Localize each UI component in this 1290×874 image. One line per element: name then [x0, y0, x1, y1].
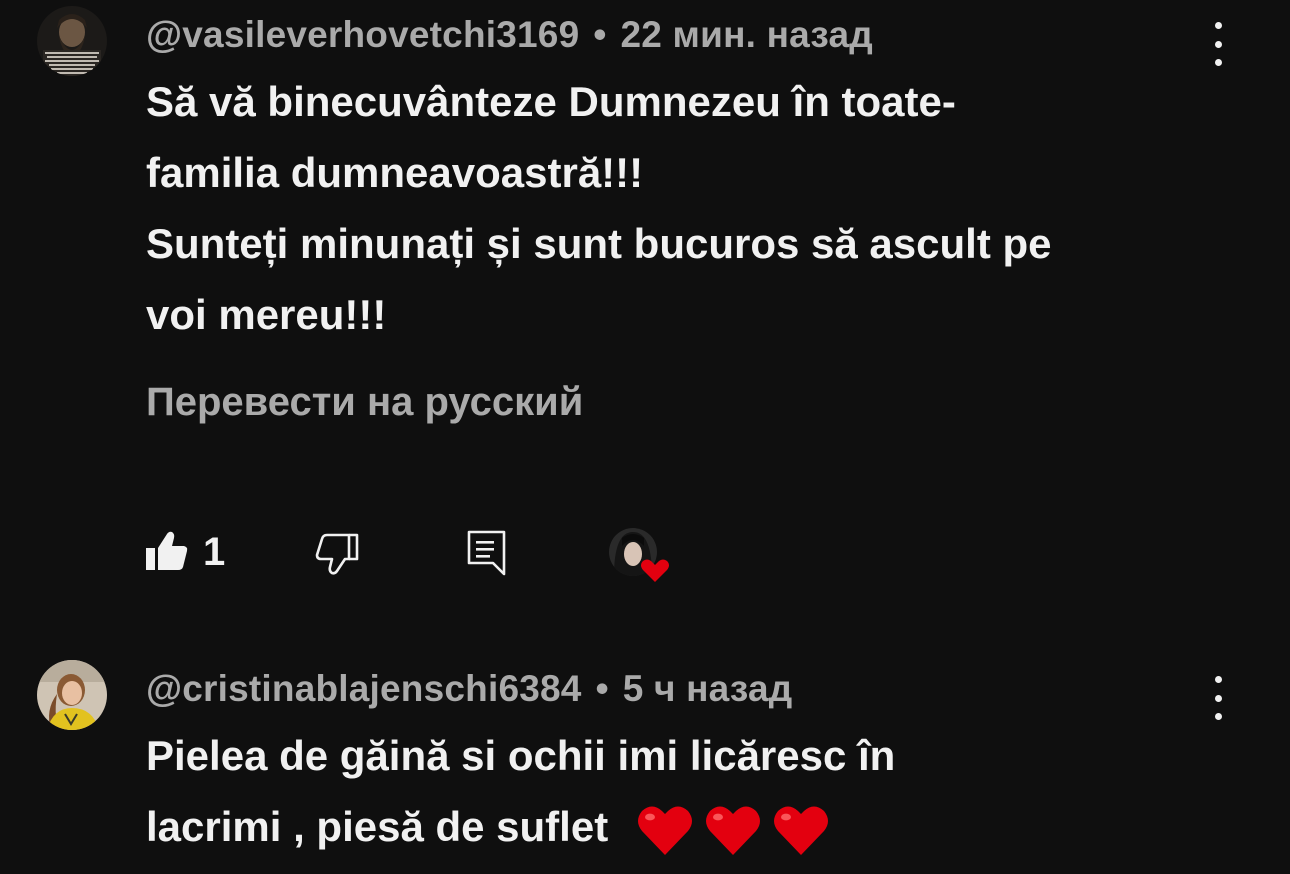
thumbs-down-outline-icon[interactable]	[315, 533, 359, 580]
comment-line: Să vă binecuvânteze Dumnezeu în toate-	[146, 78, 956, 125]
comment-text: Pielea de găină si ochii imi licăresc în…	[146, 720, 895, 862]
more-vertical-icon[interactable]	[1210, 22, 1226, 66]
red-heart-emoji	[637, 806, 692, 855]
comment-meta: @cristinablajenschi6384 • 5 ч назад	[146, 668, 792, 710]
thumbs-up-filled-icon[interactable]	[145, 530, 189, 577]
meta-separator: •	[593, 14, 607, 55]
heart-emoji-row	[636, 803, 830, 857]
translate-link[interactable]: Перевести на русский	[146, 380, 583, 425]
comment-text: Să vă binecuvânteze Dumnezeu în toate- f…	[146, 66, 1051, 350]
comment-time[interactable]: 22 мин. назад	[621, 14, 873, 55]
comment-meta: @vasileverhovetchi3169 • 22 мин. назад	[146, 14, 873, 56]
author-avatar[interactable]	[37, 660, 107, 730]
reply-comment-icon[interactable]	[467, 530, 507, 581]
comment-line: Pielea de găină si ochii imi licăresc în	[146, 732, 896, 779]
comment-time[interactable]: 5 ч назад	[623, 668, 793, 709]
comment-line: lacrimi , piesă de suflet	[146, 791, 895, 862]
like-count: 1	[203, 530, 226, 574]
creator-heart-icon[interactable]	[608, 528, 672, 589]
comments-page: @vasileverhovetchi3169 • 22 мин. назад Să …	[0, 0, 1290, 874]
more-vertical-icon[interactable]	[1210, 676, 1226, 720]
comment-line: voi mereu!!!	[146, 291, 387, 338]
red-heart-emoji	[773, 806, 828, 855]
author-avatar[interactable]	[37, 6, 107, 76]
author-handle[interactable]: @vasileverhovetchi3169	[146, 14, 579, 55]
comment-line: Sunteți minunați și sunt bucuros să ascu…	[146, 220, 1052, 267]
comment-line-text: lacrimi , piesă de suflet	[146, 803, 609, 850]
author-handle[interactable]: @cristinablajenschi6384	[146, 668, 582, 709]
meta-separator: •	[595, 668, 609, 709]
comment-line: familia dumneavoastră!!!	[146, 149, 644, 196]
red-heart-emoji	[705, 806, 760, 855]
